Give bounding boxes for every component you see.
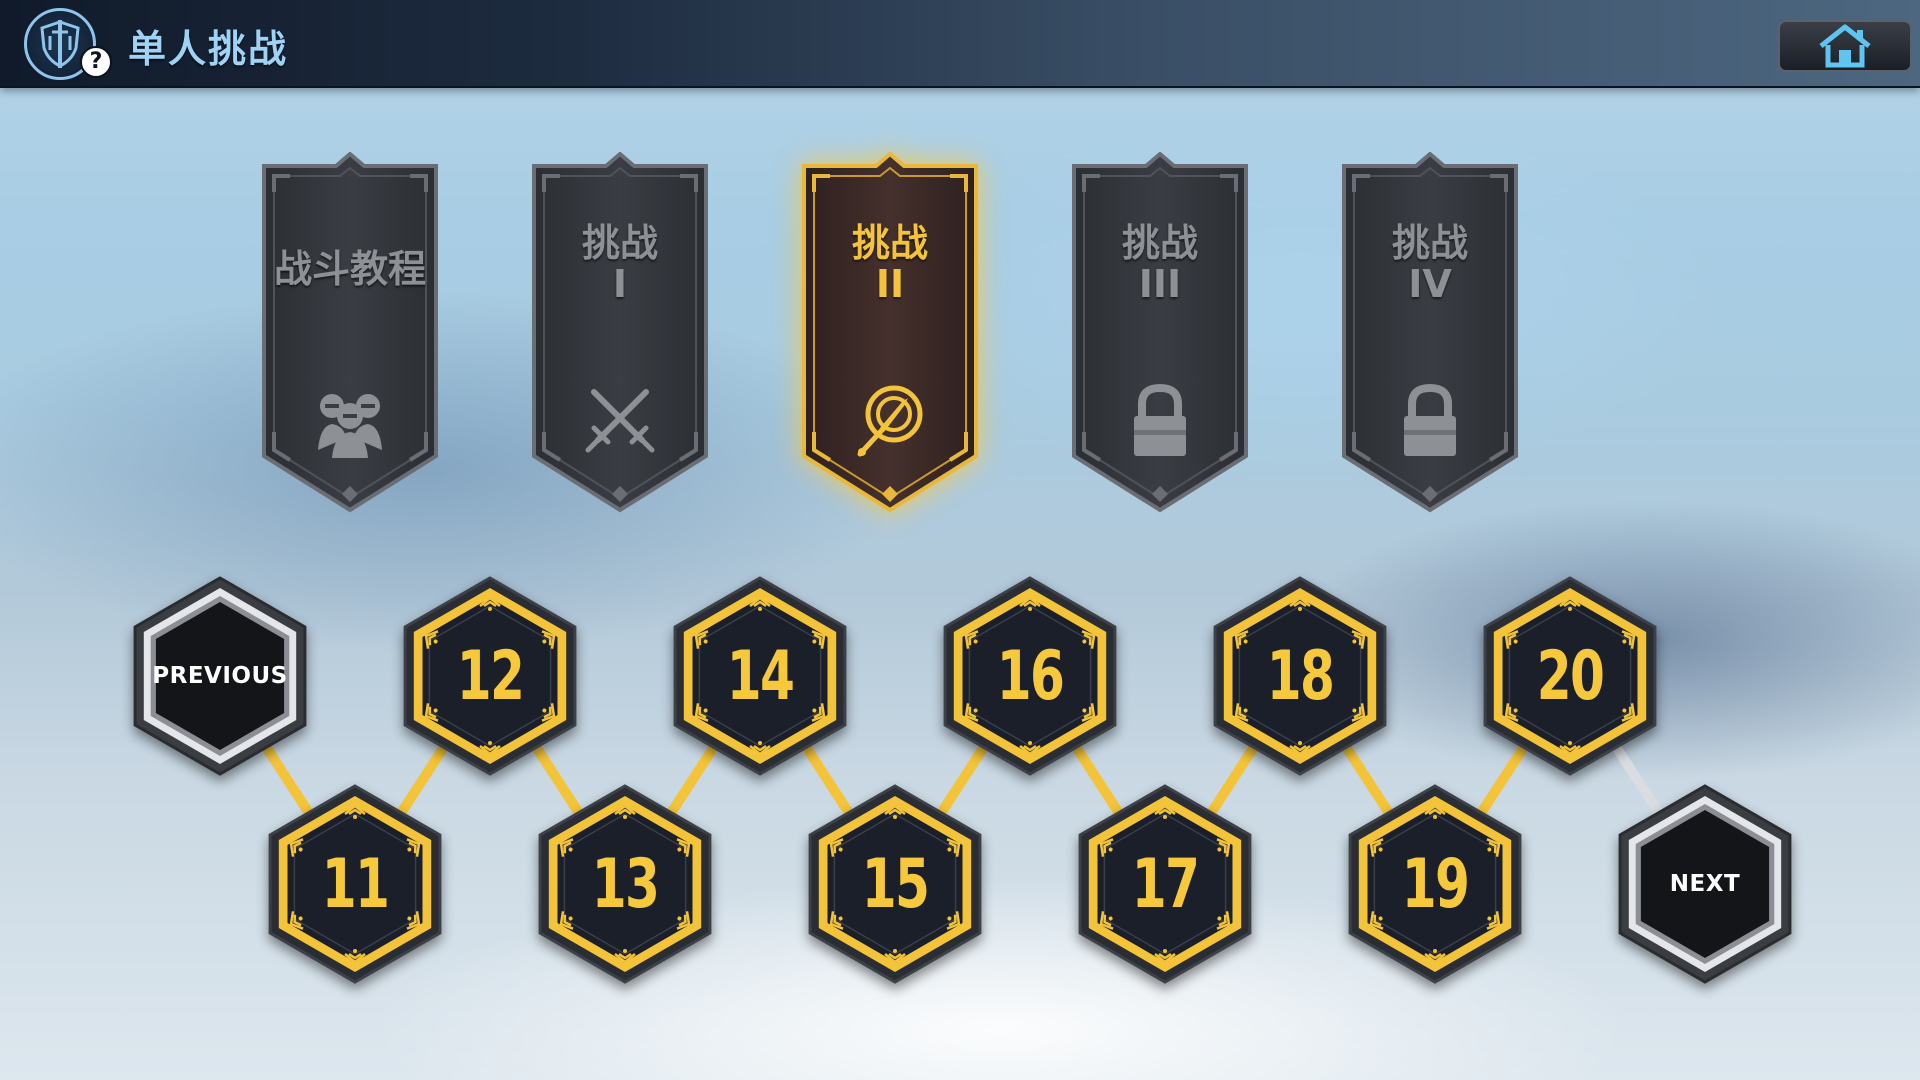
level-button-20[interactable]: 20 bbox=[1480, 576, 1660, 776]
level-number: 13 bbox=[591, 844, 660, 924]
level-number: 18 bbox=[1266, 636, 1335, 716]
level-number: 15 bbox=[861, 844, 930, 924]
level-button-17[interactable]: 17 bbox=[1075, 784, 1255, 984]
level-button-18[interactable]: 18 bbox=[1210, 576, 1390, 776]
level-number: 19 bbox=[1401, 844, 1470, 924]
level-number: 16 bbox=[996, 636, 1065, 716]
level-number: 12 bbox=[456, 636, 525, 716]
level-button-14[interactable]: 14 bbox=[670, 576, 850, 776]
level-number: 17 bbox=[1131, 844, 1200, 924]
level-button-16[interactable]: 16 bbox=[940, 576, 1120, 776]
level-number: 11 bbox=[321, 844, 390, 924]
level-button-19[interactable]: 19 bbox=[1345, 784, 1525, 984]
level-button-13[interactable]: 13 bbox=[535, 784, 715, 984]
level-button-12[interactable]: 12 bbox=[400, 576, 580, 776]
level-button-11[interactable]: 11 bbox=[265, 784, 445, 984]
level-number: 14 bbox=[726, 636, 795, 716]
next-button[interactable]: NEXT bbox=[1615, 784, 1795, 984]
level-button-15[interactable]: 15 bbox=[805, 784, 985, 984]
previous-button[interactable]: PREVIOUS bbox=[130, 576, 310, 776]
previous-label: PREVIOUS bbox=[152, 663, 288, 689]
level-number: 20 bbox=[1536, 636, 1605, 716]
next-label: NEXT bbox=[1669, 871, 1741, 897]
